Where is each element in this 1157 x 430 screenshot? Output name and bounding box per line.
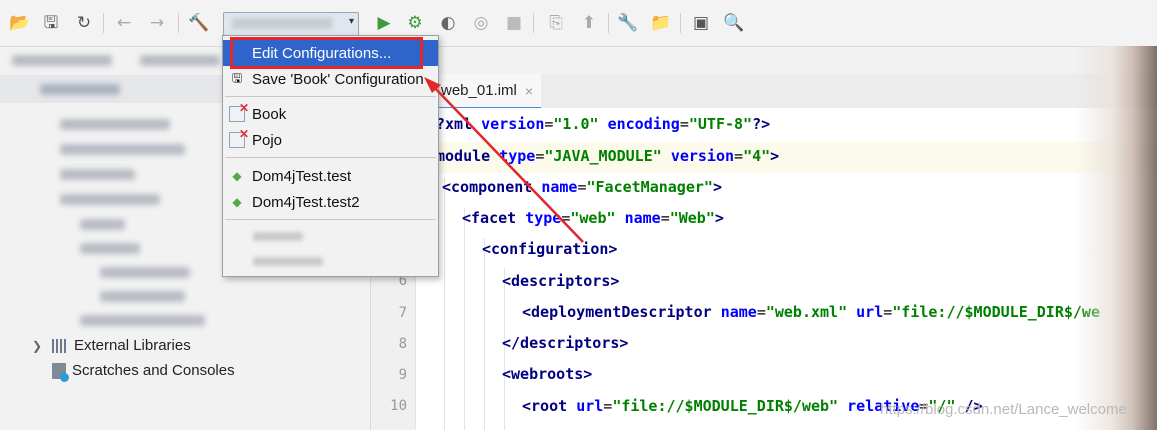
code-line: <facet type="web" name="Web"> [462, 209, 724, 227]
menu-item-dom4jtest-test2[interactable]: ◆ Dom4jTest.test2 [223, 189, 438, 215]
line-number: 7 [398, 305, 407, 321]
main-toolbar: 📂 🖫 ↻ ← → 🔨 ▾ ▶ ⚙ ◐ ◎ ■ ⎘ ⬆ 🔧 📁 ▣ 🔍 [0, 0, 1157, 47]
menu-item[interactable] [253, 232, 303, 241]
tree-item-label: Scratches and Consoles [72, 362, 235, 379]
line-number: 10 [390, 398, 407, 414]
tree-item[interactable] [60, 144, 185, 155]
open-icon[interactable]: 📂 [9, 12, 31, 34]
tree-item[interactable] [60, 119, 170, 130]
library-icon [52, 338, 68, 353]
chevron-right-icon[interactable]: ❯ [32, 339, 46, 353]
watermark: https://blog.csdn.net/Lance_welcome [880, 401, 1127, 418]
vcs-update-icon[interactable]: ⎘ [545, 12, 567, 34]
vcs-commit-icon[interactable]: ⬆ [578, 12, 600, 34]
invalid-config-icon: ✕ [229, 101, 249, 122]
tree-item[interactable] [80, 219, 125, 230]
code-line: <descriptors> [502, 272, 620, 290]
profile-icon[interactable]: ◎ [470, 12, 492, 34]
test-config-icon: ◆ [232, 169, 242, 183]
run-configuration-menu: Edit Configurations... 🖫 Save 'Book' Con… [222, 35, 439, 277]
search-icon[interactable]: 🔍 [723, 12, 745, 34]
stop-icon[interactable]: ■ [503, 12, 525, 34]
tab-label: web_01.iml [441, 82, 517, 99]
run-configuration-value [232, 18, 332, 29]
menu-separator [225, 157, 436, 158]
toolbar-separator [178, 13, 179, 33]
scratches-icon [52, 362, 69, 382]
menu-item-label: Book [252, 105, 287, 123]
code-line: <deploymentDescriptor name="web.xml" url… [522, 303, 1100, 321]
forward-icon[interactable]: → [146, 12, 168, 34]
terminal-icon[interactable]: ▣ [690, 12, 712, 34]
tab-web-01-iml[interactable]: web_01.iml × [433, 74, 542, 110]
sync-icon[interactable]: ↻ [73, 12, 95, 34]
background-photo [1075, 46, 1157, 430]
annotation-highlight-box [230, 37, 423, 69]
code-line: <webroots> [502, 365, 593, 383]
code-line: module type="JAVA_MODULE" version="4"> [436, 147, 780, 165]
tree-item-scratches[interactable]: Scratches and Consoles [52, 362, 235, 382]
menu-item-label: Pojo [252, 131, 283, 149]
tree-item[interactable] [80, 243, 140, 254]
project-panel-title [40, 84, 120, 95]
menu-item-save-configuration[interactable]: 🖫 Save 'Book' Configuration [223, 66, 438, 92]
tree-item[interactable] [100, 291, 185, 302]
breadcrumb [12, 55, 112, 66]
chevron-down-icon: ▾ [348, 16, 354, 27]
menu-item-label: Dom4jTest.test2 [252, 193, 360, 211]
tree-item[interactable] [60, 169, 135, 180]
code-line: ?xml version="1.0" encoding="UTF-8"?> [436, 115, 771, 133]
toolbar-separator [680, 13, 681, 33]
test-config-icon: ◆ [232, 195, 242, 209]
toolbar-separator [533, 13, 534, 33]
menu-item-dom4jtest-test[interactable]: ◆ Dom4jTest.test [223, 163, 438, 189]
tree-item[interactable] [100, 267, 190, 278]
close-icon[interactable]: × [525, 83, 533, 99]
editor-tab-bar: web_01.iml × [371, 74, 1157, 110]
code-line: <configuration> [482, 240, 618, 258]
breadcrumb [140, 55, 220, 66]
menu-separator [225, 219, 436, 220]
invalid-config-icon: ✕ [229, 127, 249, 148]
tree-item-label: External Libraries [74, 337, 191, 354]
build-icon[interactable]: 🔨 [188, 12, 210, 34]
tree-item-external-libraries[interactable]: ❯ External Libraries [32, 337, 191, 354]
settings-icon[interactable]: 🔧 [617, 12, 639, 34]
back-icon[interactable]: ← [113, 12, 135, 34]
line-number: 8 [398, 336, 407, 352]
tree-item[interactable] [60, 194, 160, 205]
menu-item-book[interactable]: ✕ Book [223, 101, 438, 127]
indent-guide [444, 178, 445, 430]
indent-guide [464, 208, 465, 430]
save-icon: 🖫 [231, 70, 243, 85]
menu-separator [225, 96, 436, 97]
code-line: <component name="FacetManager"> [442, 178, 722, 196]
run-icon[interactable]: ▶ [373, 12, 395, 34]
code-line: </descriptors> [502, 334, 629, 352]
menu-item-pojo[interactable]: ✕ Pojo [223, 127, 438, 153]
toolbar-separator [608, 13, 609, 33]
coverage-icon[interactable]: ◐ [437, 12, 459, 34]
menu-item[interactable] [253, 257, 323, 266]
toolbar-separator [103, 13, 104, 33]
line-number: 9 [398, 367, 407, 383]
debug-icon[interactable]: ⚙ [404, 12, 426, 34]
code-editor[interactable]: ?xml version="1.0" encoding="UTF-8"?> mo… [416, 108, 1157, 430]
save-icon[interactable]: 🖫 [40, 12, 62, 34]
indent-guide [484, 238, 485, 430]
run-configuration-selector[interactable]: ▾ [223, 12, 359, 36]
menu-item-label: Dom4jTest.test [252, 167, 352, 185]
project-structure-icon[interactable]: 📁 [650, 12, 672, 34]
menu-item-label: Save 'Book' Configuration [252, 70, 424, 88]
tree-item[interactable] [80, 315, 205, 326]
